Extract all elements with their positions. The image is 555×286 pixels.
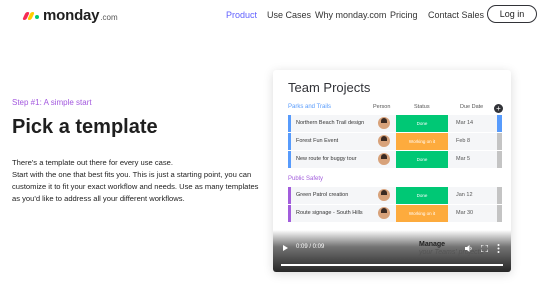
table-row[interactable]: New route for buggy tour Done Mar 5	[288, 151, 502, 168]
video-overlay-text: Manage your Teams' projects	[419, 241, 483, 257]
table-row[interactable]: Green Patrol creation Done Jan 12	[288, 187, 502, 204]
item-name: Northern Beach Trail design	[296, 120, 365, 126]
nav-link-pricing[interactable]: Pricing	[390, 10, 418, 20]
due-date-header: Due Date	[460, 104, 484, 110]
description-line-1: There's a template out there for every u…	[12, 158, 174, 167]
group-title-public-safety: Public Safety	[288, 176, 324, 182]
table-row[interactable]: Route signage - South Hills Working on i…	[288, 205, 502, 222]
description-line-2: Start with the one that best fits you. T…	[12, 170, 259, 203]
overlay-subtitle: your Teams' projects	[419, 249, 484, 256]
status-badge[interactable]: Working on it	[396, 133, 448, 150]
fullscreen-icon[interactable]	[481, 245, 488, 252]
status-header: Status	[414, 104, 430, 110]
step-label: Step #1: A simple start	[12, 98, 92, 107]
login-button[interactable]: Log in	[487, 5, 537, 23]
more-options-icon[interactable]	[497, 244, 500, 253]
person-header: Person	[373, 104, 391, 110]
add-column-icon[interactable]: +	[494, 104, 503, 113]
item-name: Forest Fun Event	[296, 138, 339, 144]
due-date: Jan 12	[456, 192, 473, 198]
group-title-parks: Parks and Trails	[288, 104, 332, 110]
overlay-title: Manage	[419, 241, 446, 248]
hero-description: There's a template out there for every u…	[12, 157, 262, 205]
due-date: Mar 30	[456, 210, 474, 216]
item-name: Green Patrol creation	[296, 192, 349, 198]
avatar	[378, 135, 390, 147]
top-nav: monday .com Product Use Cases Why monday…	[0, 0, 555, 30]
due-date: Mar 5	[456, 156, 471, 162]
status-badge[interactable]: Done	[396, 151, 448, 168]
page-title: Pick a template	[12, 116, 158, 138]
item-name: Route signage - South Hills	[296, 210, 363, 216]
monday-logo[interactable]: monday .com	[22, 6, 118, 24]
video-controls: 0:09 / 0:09 Manage your Teams' projects	[273, 230, 511, 272]
logo-suffix: .com	[100, 12, 118, 22]
avatar	[378, 117, 390, 129]
due-date: Mar 14	[456, 120, 474, 126]
due-date: Feb 8	[456, 138, 471, 144]
item-name: New route for buggy tour	[296, 156, 357, 162]
template-video[interactable]: Team Projects Person Status Due Date + P…	[273, 70, 511, 272]
status-badge[interactable]: Done	[396, 115, 448, 132]
video-time: 0:09 / 0:09	[296, 244, 325, 250]
status-badge[interactable]: Done	[396, 187, 448, 204]
table-row[interactable]: Northern Beach Trail design Done Mar 14	[288, 115, 502, 132]
avatar	[378, 153, 390, 165]
logo-text: monday	[43, 6, 100, 24]
avatar	[378, 189, 390, 201]
status-badge[interactable]: Working on it	[396, 205, 448, 222]
table-row[interactable]: Forest Fun Event Working on it Feb 8	[288, 133, 502, 150]
video-progress-bar[interactable]	[281, 264, 503, 266]
nav-link-why-monday[interactable]: Why monday.com	[315, 10, 386, 20]
avatar	[378, 207, 390, 219]
volume-icon[interactable]	[465, 245, 473, 252]
nav-link-use-cases[interactable]: Use Cases	[267, 10, 311, 20]
nav-link-contact-sales[interactable]: Contact Sales	[428, 10, 484, 20]
monday-logo-icon	[22, 10, 40, 20]
nav-link-product[interactable]: Product	[226, 10, 257, 20]
board-title: Team Projects	[288, 80, 371, 95]
play-icon[interactable]	[283, 245, 288, 251]
